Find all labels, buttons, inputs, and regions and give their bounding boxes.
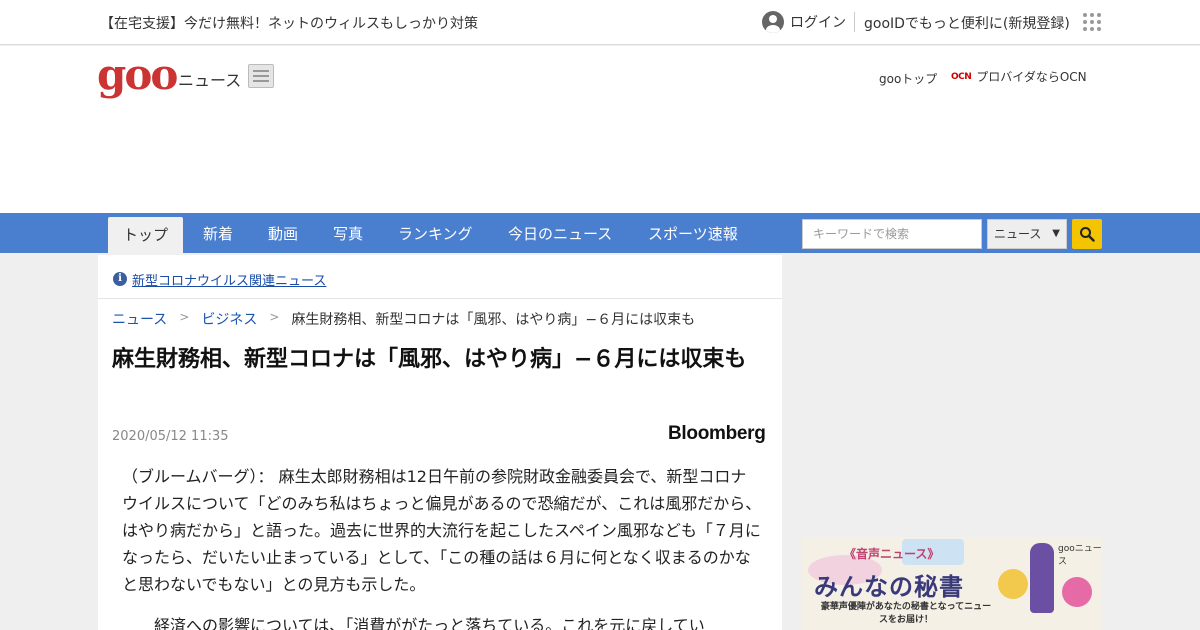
character-illustration [998, 569, 1028, 599]
goo-top-link[interactable]: gooトップ [879, 70, 937, 87]
search-icon [1080, 227, 1095, 242]
tab-ranking[interactable]: ランキング [398, 213, 473, 253]
right-sidebar: 《音声ニュース》 gooニュース みんなの秘書 豪華声優陣があなたの秘書となって… [782, 255, 1200, 630]
article-title: 麻生財務相、新型コロナは「風邪、はやり病」−６月には収束も [112, 347, 747, 372]
newspaper-icon [248, 64, 274, 88]
bloomberg-logo[interactable]: Bloomberg [668, 423, 766, 445]
ocn-link[interactable]: OCN プロバイダならOCN [951, 68, 1087, 85]
divider [854, 12, 855, 32]
site-header: goo ニュース gooトップ OCN プロバイダならOCN [0, 46, 1200, 213]
ocn-logo: OCN [951, 71, 972, 82]
covid-banner: i 新型コロナウイルス関連ニュース [98, 255, 782, 299]
goo-logo[interactable]: goo [97, 54, 178, 96]
breadcrumb-news[interactable]: ニュース [112, 309, 167, 329]
article-date: 2020/05/12 11:35 [112, 429, 229, 444]
promo-link[interactable]: 【在宅支援】今だけ無料！ネットのウィルスもしっかり対策 [100, 13, 478, 33]
character-illustration [1062, 577, 1092, 607]
search-button[interactable] [1072, 219, 1102, 249]
login-button[interactable]: ログイン [762, 10, 846, 34]
section-name[interactable]: ニュース [178, 67, 241, 91]
article-panel: i 新型コロナウイルス関連ニュース ニュース > ビジネス > 麻生財務相、新型… [98, 255, 782, 630]
character-illustration [1030, 543, 1054, 613]
tab-top[interactable]: トップ [108, 217, 184, 253]
breadcrumb-current: 麻生財務相、新型コロナは「風邪、はやり病」−６月には収束も [291, 312, 696, 328]
tab-photo[interactable]: 写真 [333, 213, 363, 253]
breadcrumb-separator: > [179, 310, 190, 324]
utility-bar: 【在宅支援】今だけ無料！ネットのウィルスもしっかり対策 ログイン gooIDでも… [0, 0, 1200, 45]
search-scope-value: ニュース [994, 227, 1042, 241]
breadcrumb-business[interactable]: ビジネス [201, 309, 257, 329]
user-icon [762, 11, 784, 33]
main-nav: トップ 新着 動画 写真 ランキング 今日のニュース スポーツ速報 ニュース ▼ [0, 213, 1200, 253]
apps-grid-icon[interactable] [1083, 13, 1101, 31]
ad-title: みんなの秘書 [814, 573, 964, 601]
ad-subtitle: 豪華声優陣があなたの秘書となってニュースをお届け！ [820, 602, 992, 625]
search-scope-select[interactable]: ニュース ▼ [987, 219, 1067, 249]
search-input[interactable] [802, 219, 982, 249]
article-paragraph: （ブルームバーグ）： 麻生太郎財務相は12日午前の参院財政金融委員会で、新型コロ… [122, 467, 762, 594]
breadcrumb-separator: > [269, 310, 280, 324]
tab-sports[interactable]: スポーツ速報 [648, 213, 738, 253]
ad-top-label: 《音声ニュース》 [844, 547, 940, 561]
caret-down-icon: ▼ [1052, 228, 1060, 239]
tab-today[interactable]: 今日のニュース [508, 213, 612, 253]
article-paragraph: 経済への影響については、「消費ががたっと落ちている。これを元に戻してい [154, 616, 705, 630]
ad-brand: gooニュース [1058, 544, 1102, 567]
login-label: ログイン [790, 15, 846, 31]
article-body: （ブルームバーグ）： 麻生太郎財務相は12日午前の参院財政金融委員会で、新型コロ… [122, 463, 762, 630]
tab-new[interactable]: 新着 [203, 213, 233, 253]
ocn-label: プロバイダならOCN [976, 70, 1087, 84]
covid-news-link[interactable]: 新型コロナウイルス関連ニュース [132, 270, 326, 289]
ad-banner[interactable]: 《音声ニュース》 gooニュース みんなの秘書 豪華声優陣があなたの秘書となって… [802, 537, 1102, 630]
tab-video[interactable]: 動画 [268, 213, 298, 253]
breadcrumb: ニュース > ビジネス > 麻生財務相、新型コロナは「風邪、はやり病」−６月には… [112, 309, 695, 329]
register-link[interactable]: gooIDでもっと便利に(新規登録) [864, 13, 1070, 33]
info-icon: i [113, 272, 127, 286]
